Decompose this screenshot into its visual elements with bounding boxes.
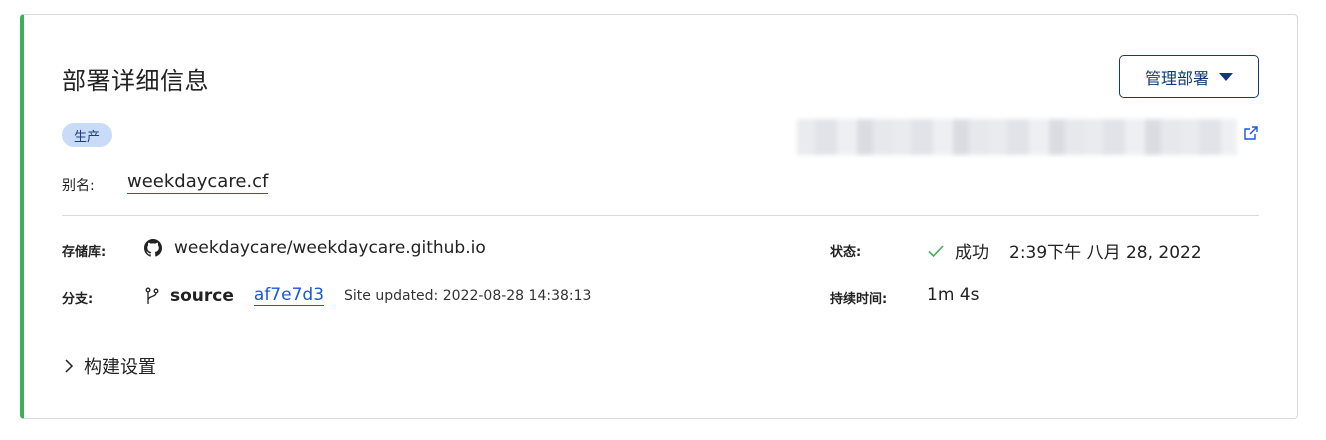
commit-message: Site updated: 2022-08-28 14:38:13	[344, 287, 592, 304]
check-icon	[928, 244, 944, 257]
page-title: 部署详细信息	[62, 67, 209, 95]
status-text: 成功	[955, 243, 989, 263]
alias-link[interactable]: weekdaycare.cf	[127, 171, 269, 194]
duration-value: 1m 4s	[927, 285, 979, 305]
duration-text: 1m 4s	[927, 285, 980, 305]
manage-deployment-label: 管理部署	[1144, 68, 1209, 88]
repository-label: 存储库:	[62, 245, 107, 260]
manage-deployment-button[interactable]: 管理部署	[1119, 55, 1259, 98]
branch-label: 分支:	[62, 292, 94, 307]
caret-down-icon	[1219, 73, 1233, 81]
external-link-icon[interactable]	[1243, 125, 1259, 141]
environment-badge: 生产	[62, 123, 112, 147]
alias-label: 别名:	[62, 178, 95, 194]
build-settings-label: 构建设置	[84, 357, 156, 378]
deployment-details-card: 部署详细信息 管理部署 生产 别名: weekdaycare.cf 存储库: w…	[20, 14, 1298, 419]
deployment-url-redacted	[797, 119, 1237, 155]
repository-value: weekdaycare/weekdaycare.github.io	[144, 238, 486, 258]
status-timestamp: 2:39下午 八月 28, 2022	[1009, 243, 1202, 263]
section-divider	[62, 215, 1259, 216]
repository-name: weekdaycare/weekdaycare.github.io	[174, 238, 486, 258]
chevron-right-icon	[65, 359, 74, 373]
branch-value: source af7e7d3 Site updated: 2022-08-28 …	[144, 285, 591, 306]
branch-icon	[145, 287, 159, 304]
status-value: 成功 2:39下午 八月 28, 2022	[927, 238, 1202, 263]
status-label: 状态:	[830, 245, 862, 260]
github-icon	[144, 239, 162, 257]
commit-hash-link[interactable]: af7e7d3	[253, 285, 325, 306]
branch-name: source	[170, 285, 234, 306]
duration-label: 持续时间:	[830, 292, 888, 307]
build-settings-toggle[interactable]: 构建设置	[62, 353, 156, 379]
